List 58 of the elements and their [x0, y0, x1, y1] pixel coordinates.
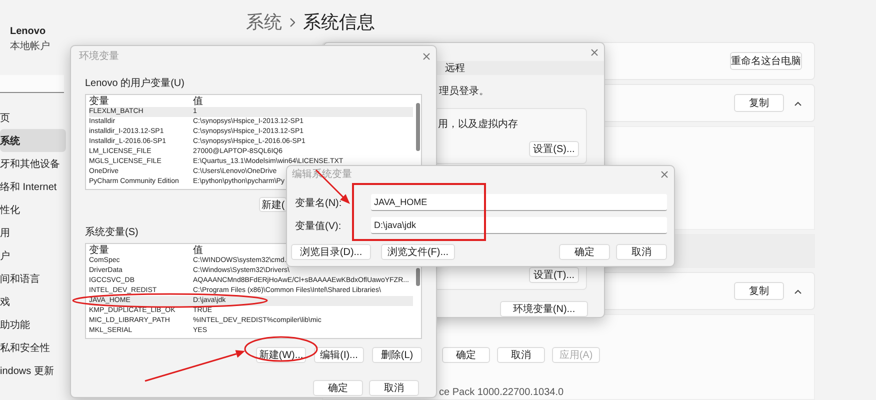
close-icon[interactable]: [661, 170, 668, 178]
dialog-button[interactable]: 取消: [369, 380, 419, 396]
tab[interactable]: 远程: [445, 61, 465, 75]
column-header: 变量: [89, 246, 110, 256]
dialog-button[interactable]: 确定: [559, 244, 610, 260]
chevron-right-icon: [290, 18, 295, 26]
list-action-button[interactable]: 删除(L): [372, 347, 422, 363]
field-label: 变量值(V):: [295, 220, 342, 232]
copy-button[interactable]: 复制: [734, 94, 784, 112]
nav-item[interactable]: indows 更新: [0, 359, 66, 382]
search-field[interactable]: [0, 75, 64, 93]
account-name: Lenovo: [10, 26, 47, 37]
close-icon[interactable]: [423, 52, 430, 60]
description-text: 用，以及虚拟内存: [437, 118, 518, 131]
nav-item[interactable]: 系统: [0, 129, 66, 152]
settings-button[interactable]: 设置(T)...: [529, 267, 579, 283]
nav-item[interactable]: 页: [0, 106, 66, 129]
breadcrumb-parent[interactable]: 系统: [246, 10, 282, 34]
description-text: 理员登录。: [439, 85, 489, 98]
nav-item[interactable]: 私和安全性: [0, 336, 66, 359]
scrollbar-thumb[interactable]: [416, 268, 420, 286]
environment-variables-button[interactable]: 环境变量(N)...: [500, 301, 588, 317]
close-icon[interactable]: [591, 48, 598, 56]
group-label: 系统变量(S): [85, 226, 138, 239]
dialog-button[interactable]: 取消: [616, 244, 667, 260]
group-label: Lenovo 的用户变量(U): [85, 76, 184, 90]
nav-item[interactable]: 用: [0, 221, 66, 244]
copy-button[interactable]: 复制: [734, 282, 784, 300]
nav-item[interactable]: 戏: [0, 290, 66, 313]
settings-button[interactable]: 设置(S)...: [529, 141, 579, 157]
list-action-button[interactable]: 新建(W)...: [256, 347, 306, 363]
nav-item[interactable]: 牙和其他设备: [0, 152, 66, 175]
dialog-button[interactable]: 取消: [497, 347, 545, 363]
browse-button[interactable]: 浏览目录(D)...: [291, 244, 371, 260]
input-field[interactable]: D:\java\jdk: [371, 217, 667, 234]
nav-item[interactable]: 助功能: [0, 313, 66, 336]
browse-button[interactable]: 浏览文件(F)...: [381, 244, 455, 260]
column-header: 值: [193, 97, 203, 107]
version-text: ce Pack 1000.22700.1034.0: [439, 387, 564, 399]
scrollbar-thumb[interactable]: [416, 103, 420, 151]
nav-item[interactable]: 间和语言: [0, 267, 66, 290]
page-title: 系统信息: [303, 11, 375, 34]
input-field[interactable]: JAVA_HOME: [371, 194, 667, 211]
chevron-up-icon[interactable]: [794, 288, 802, 294]
account-type: 本地帐户: [10, 40, 51, 53]
nav-item[interactable]: 户: [0, 244, 66, 267]
nav-item[interactable]: 络和 Internet: [0, 175, 66, 198]
column-header: 变量: [89, 97, 110, 107]
rename-button[interactable]: 重命名这台电脑: [730, 52, 802, 70]
dialog-button[interactable]: 确定: [442, 347, 490, 363]
new-button[interactable]: 新建(: [259, 197, 287, 212]
field-label: 变量名(N):: [295, 196, 343, 210]
window-title: 环境变量: [79, 50, 119, 63]
chevron-up-icon[interactable]: [794, 100, 802, 106]
dialog-button[interactable]: 确定: [313, 380, 363, 396]
column-header: 值: [193, 246, 203, 256]
list-action-button[interactable]: 编辑(I)...: [314, 347, 364, 363]
nav-item[interactable]: 性化: [0, 198, 66, 221]
